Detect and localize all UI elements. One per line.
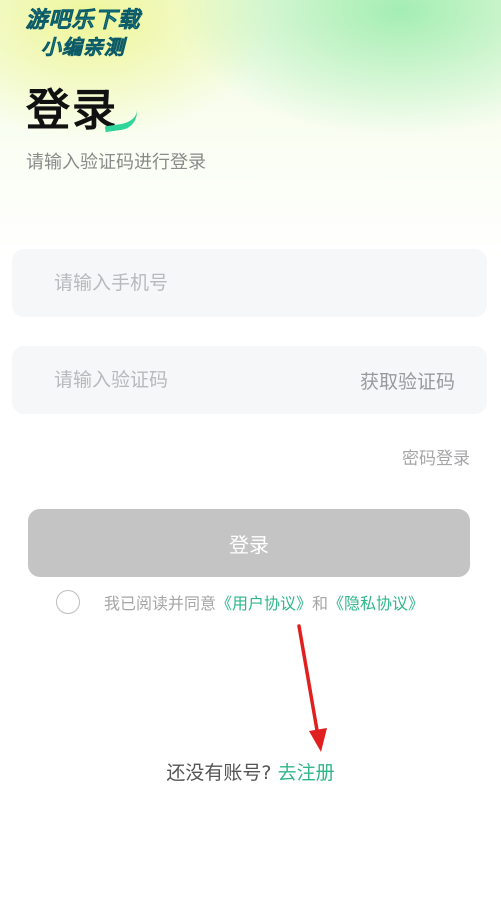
- agreement-row: 我已阅读并同意 《用户协议》 和 《隐私协议》: [56, 588, 424, 616]
- phone-field-container: [12, 249, 487, 317]
- verification-code-input[interactable]: [52, 368, 360, 392]
- register-link[interactable]: 去注册: [278, 762, 335, 784]
- watermark-line2: 小编亲测: [41, 35, 125, 60]
- user-agreement-link[interactable]: 《用户协议》: [216, 590, 312, 614]
- title-accent-swoosh: [102, 107, 140, 133]
- register-prompt: 还没有账号?: [166, 762, 272, 784]
- agreement-prefix: 我已阅读并同意: [104, 594, 217, 613]
- agreement-and: 和: [312, 594, 329, 613]
- register-row: 还没有账号? 去注册: [0, 758, 501, 785]
- code-field-container: 获取验证码: [12, 346, 487, 414]
- privacy-agreement-link[interactable]: 《隐私协议》: [328, 590, 424, 614]
- password-login-link[interactable]: 密码登录: [402, 444, 470, 469]
- page-subtitle: 请输入验证码进行登录: [26, 152, 206, 173]
- get-code-button[interactable]: 获取验证码: [360, 367, 455, 394]
- login-button[interactable]: 登录: [28, 509, 470, 577]
- watermark-logo: 游吧乐下载 小编亲测: [8, 8, 158, 60]
- agreement-checkbox[interactable]: [56, 590, 80, 614]
- phone-input[interactable]: [52, 271, 455, 295]
- watermark-line1: 游吧乐下载: [25, 8, 141, 34]
